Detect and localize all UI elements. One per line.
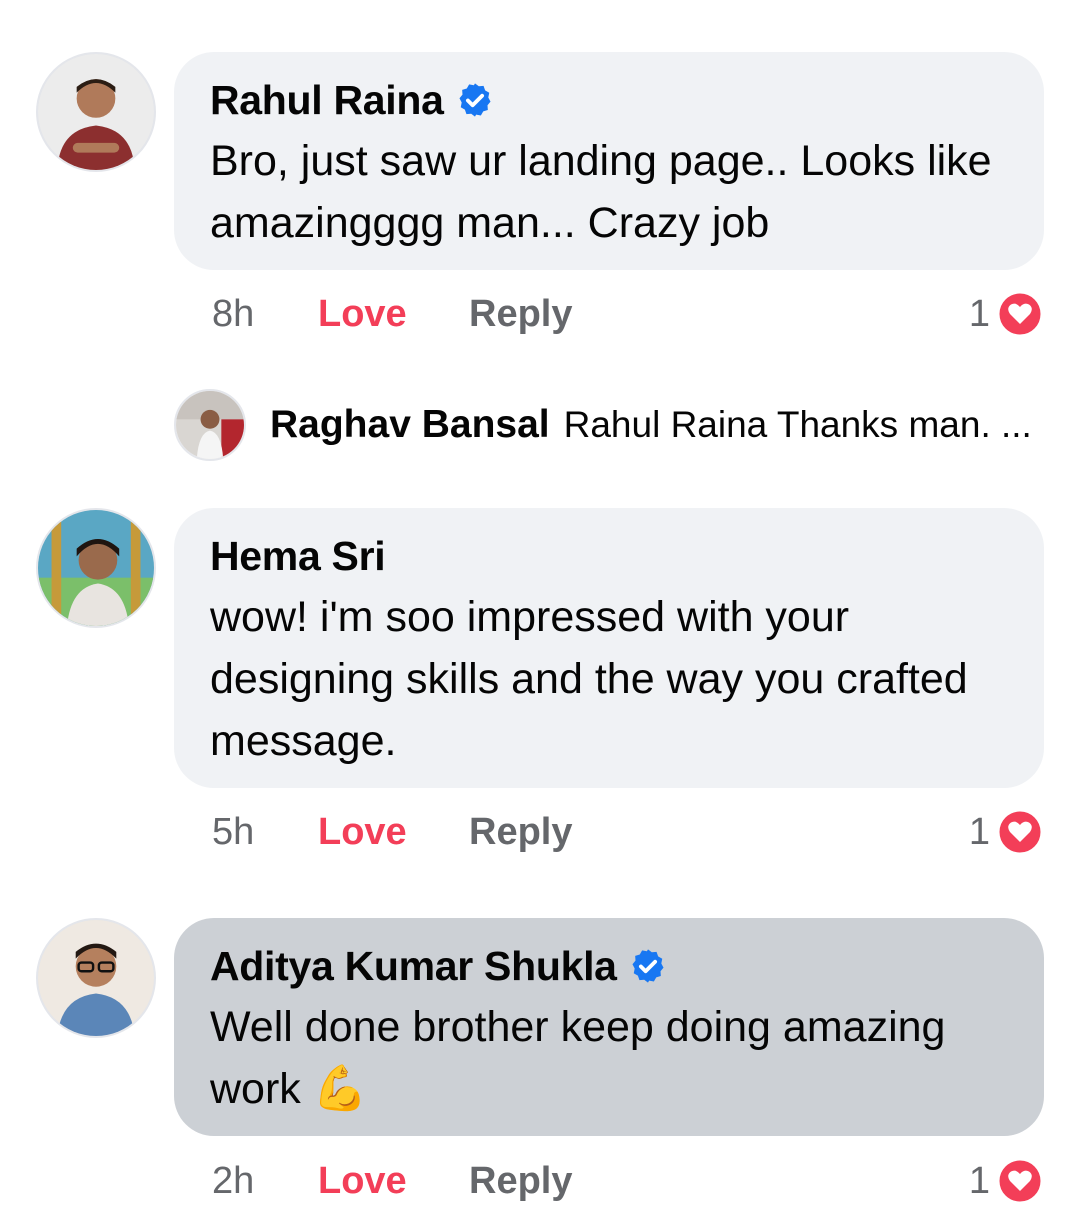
comment-text: Well done brother keep doing amazing wor… xyxy=(210,996,1008,1120)
comment-time[interactable]: 5h xyxy=(212,811,318,854)
user-avatar-image xyxy=(38,920,154,1036)
reaction-summary[interactable]: 1 xyxy=(969,808,1044,856)
love-button[interactable]: Love xyxy=(318,811,469,854)
user-avatar-image xyxy=(176,391,244,459)
comment-text: Bro, just saw ur landing page.. Looks li… xyxy=(210,137,992,247)
reply-preview[interactable]: Raghav Bansal Rahul Raina Thanks man. ..… xyxy=(174,388,1044,462)
reaction-count: 1 xyxy=(968,292,990,335)
user-avatar-image xyxy=(38,54,154,170)
comment-actions: 2h Love Reply 1 xyxy=(212,1151,1044,1211)
reply-author[interactable]: Raghav Bansal xyxy=(270,403,550,447)
reaction-summary[interactable]: 1 xyxy=(969,1157,1044,1205)
reaction-count: 1 xyxy=(968,810,990,853)
avatar[interactable] xyxy=(36,52,156,172)
heart-reaction-icon xyxy=(996,1157,1044,1205)
comment-author[interactable]: Rahul Raina xyxy=(210,77,444,124)
reaction-count: 1 xyxy=(968,1159,990,1202)
heart-reaction-icon xyxy=(996,808,1044,856)
comment-bubble[interactable]: Aditya Kumar Shukla Well done brother ke… xyxy=(174,918,1044,1136)
verified-badge-icon xyxy=(459,83,491,117)
comment-bubble[interactable]: Hema Sri wow! i'm soo impressed with you… xyxy=(174,508,1044,788)
avatar[interactable] xyxy=(36,508,156,628)
comment-time[interactable]: 8h xyxy=(212,293,318,336)
love-button[interactable]: Love xyxy=(318,1160,469,1203)
reply-button[interactable]: Reply xyxy=(469,811,572,854)
love-button[interactable]: Love xyxy=(318,293,469,336)
reply-snippet: Rahul Raina Thanks man. ... xyxy=(563,404,1032,445)
comment-time[interactable]: 2h xyxy=(212,1160,318,1203)
flexed-biceps-emoji-icon: 💪 xyxy=(312,1064,368,1113)
user-avatar-image xyxy=(38,510,154,626)
comment-actions: 5h Love Reply 1 xyxy=(212,802,1044,862)
comment-author[interactable]: Aditya Kumar Shukla xyxy=(210,943,617,990)
comment-author[interactable]: Hema Sri xyxy=(210,533,386,580)
reply-button[interactable]: Reply xyxy=(469,293,572,336)
comment-actions: 8h Love Reply 1 xyxy=(212,284,1044,344)
comment-text: wow! i'm soo impressed with your designi… xyxy=(210,593,968,765)
reply-avatar[interactable] xyxy=(174,389,246,461)
verified-badge-icon xyxy=(632,949,664,983)
heart-reaction-icon xyxy=(996,290,1044,338)
comment-bubble[interactable]: Rahul Raina Bro, just saw ur landing pag… xyxy=(174,52,1044,270)
reply-button[interactable]: Reply xyxy=(469,1160,572,1203)
avatar[interactable] xyxy=(36,918,156,1038)
reaction-summary[interactable]: 1 xyxy=(969,290,1044,338)
